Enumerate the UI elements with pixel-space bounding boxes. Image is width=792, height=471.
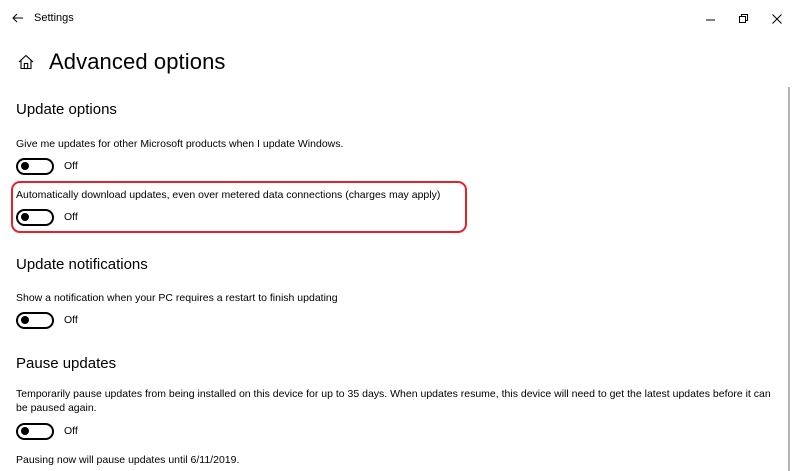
back-arrow-icon (12, 13, 23, 23)
restart-notification-toggle-state: Off (64, 314, 78, 326)
pause-toggle[interactable] (16, 422, 54, 440)
other-products-description: Give me updates for other Microsoft prod… (16, 138, 344, 150)
window-title: Settings (34, 12, 74, 24)
metered-toggle-state: Off (64, 211, 78, 223)
section-title-pause-updates: Pause updates (16, 355, 117, 372)
restart-notification-toggle-row: Off (16, 311, 78, 329)
restart-notification-description: Show a notification when your PC require… (16, 292, 338, 304)
metered-toggle-row: Off (16, 208, 78, 226)
metered-description: Automatically download updates, even ove… (16, 189, 441, 201)
restore-icon (739, 14, 748, 23)
close-icon (772, 14, 782, 24)
restart-notification-toggle[interactable] (16, 311, 54, 329)
page-title: Advanced options (49, 49, 226, 74)
scrollbar[interactable] (788, 87, 790, 471)
other-products-toggle-state: Off (64, 160, 78, 172)
pause-description: Temporarily pause updates from being ins… (16, 388, 771, 414)
pause-toggle-state: Off (64, 425, 78, 437)
metered-toggle[interactable] (16, 208, 54, 226)
close-button[interactable] (766, 8, 788, 30)
page-header: Advanced options (17, 48, 226, 76)
home-icon[interactable] (17, 53, 35, 71)
back-button[interactable] (8, 8, 28, 28)
minimize-button[interactable] (700, 8, 722, 30)
section-title-update-options: Update options (16, 101, 117, 118)
section-title-update-notifications: Update notifications (16, 256, 148, 273)
other-products-toggle-row: Off (16, 157, 78, 175)
title-bar: Settings (0, 0, 792, 36)
minimize-icon (706, 19, 715, 21)
pause-toggle-row: Off (16, 422, 78, 440)
pause-footer-note: Pausing now will pause updates until 6/1… (16, 454, 240, 466)
restore-button[interactable] (733, 8, 755, 30)
other-products-toggle[interactable] (16, 157, 54, 175)
